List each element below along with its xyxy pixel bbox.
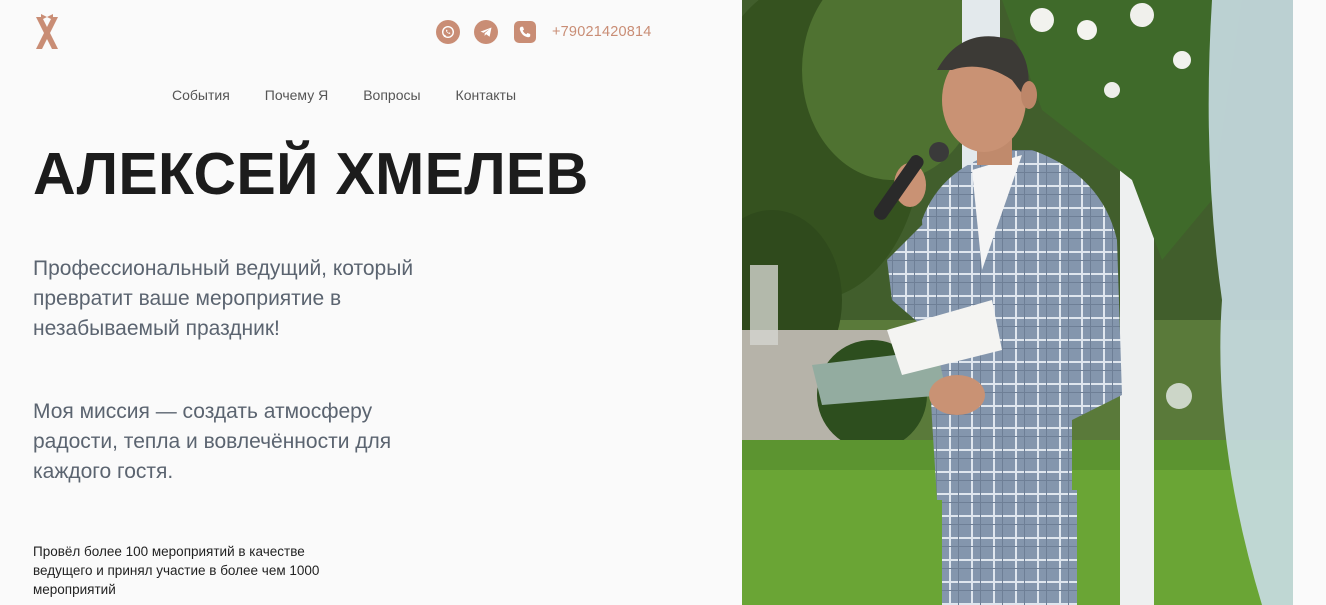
hero-lead-text: Профессиональный ведущий, который превра…	[33, 257, 414, 340]
phone-number-link[interactable]: +79021420814	[552, 24, 652, 40]
nav-item-events[interactable]: События	[172, 87, 230, 103]
page-title: АЛЕКСЕЙ ХМЕЛЕВ	[33, 141, 589, 207]
hero-mission-text: Моя миссия — создать атмосферу радости, …	[33, 400, 392, 483]
whatsapp-icon[interactable]	[436, 20, 460, 44]
host-photo	[742, 0, 1293, 605]
hero-experience-text: Провёл более 100 мероприятий в качестве …	[33, 544, 320, 597]
nav-item-contacts[interactable]: Контакты	[456, 87, 516, 103]
phone-icon[interactable]	[514, 21, 536, 43]
main-nav: События Почему Я Вопросы Контакты	[172, 87, 551, 103]
nav-item-why-me[interactable]: Почему Я	[265, 87, 328, 103]
logo[interactable]	[32, 12, 62, 52]
telegram-icon[interactable]	[474, 20, 498, 44]
x-bow-logo-icon	[36, 14, 58, 49]
header-contacts: +79021420814	[436, 19, 652, 45]
nav-item-questions[interactable]: Вопросы	[363, 87, 420, 103]
